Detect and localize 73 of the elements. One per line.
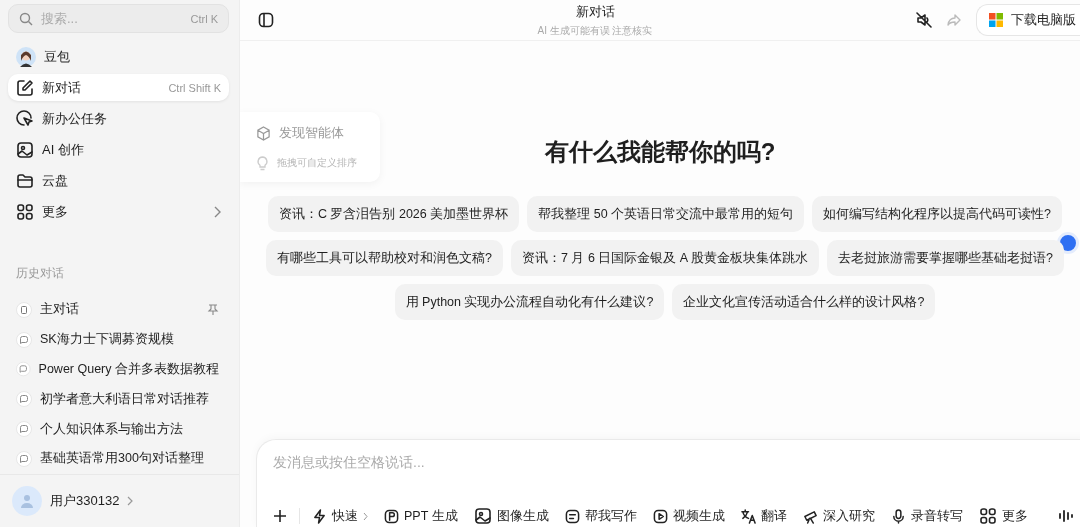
download-button[interactable]: 下载电脑版 <box>976 4 1080 36</box>
voice-wave-icon[interactable] <box>1058 509 1074 523</box>
sidebar-item[interactable]: 新办公任务 <box>8 105 229 133</box>
ppt-icon <box>384 508 399 524</box>
composer-placeholder: 发消息或按住空格说话... <box>273 454 426 472</box>
play-icon <box>652 508 668 524</box>
suggestion-chip[interactable]: 帮我整理 50 个英语日常交流中最常用的短句 <box>527 196 805 232</box>
history-item[interactable]: 初学者意大利语日常对话推荐 <box>0 384 239 415</box>
tool-button[interactable]: 图像生成 <box>473 507 549 525</box>
tool-button[interactable]: 快速 <box>312 507 368 525</box>
image-icon <box>473 507 492 525</box>
grid-icon <box>16 203 34 222</box>
mute-icon[interactable] <box>916 12 932 28</box>
suggestion-chip[interactable]: 企业文化宣传活动适合什么样的设计风格? <box>672 284 936 320</box>
cube-icon <box>256 125 271 141</box>
chat-bubble-icon <box>16 450 32 467</box>
folder-icon <box>16 172 34 191</box>
welcome-heading: 有什么我能帮你的吗? <box>544 137 776 167</box>
chat-bubble-icon <box>16 331 32 348</box>
suggestion-chip[interactable]: 资讯：7 月 6 日国际金银及 A 股黄金板块集体跳水 <box>511 240 819 276</box>
tool-button[interactable]: 深入研究 <box>802 507 875 525</box>
image-icon <box>16 141 34 160</box>
grid-icon <box>978 507 997 525</box>
section-heading: 历史对话 <box>16 265 65 281</box>
lightbulb-icon <box>256 155 269 171</box>
windows-logo-icon <box>989 13 1003 27</box>
user-name: 用户330132 <box>50 491 120 510</box>
tool-button[interactable]: 翻译 <box>740 507 787 525</box>
tool-button[interactable]: PPT 生成 <box>384 507 458 525</box>
chevron-right-icon <box>127 495 134 506</box>
disclaimer-text: AI 生成可能有误 注意核实 <box>537 23 653 38</box>
history-item[interactable]: 个人知识体系与输出方法 <box>0 414 239 444</box>
microphone-icon <box>890 508 906 524</box>
tool-button[interactable]: 帮我写作 <box>564 507 637 525</box>
message-composer[interactable]: 发消息或按住空格说话... 快速 PPT 生成 图像生成 帮我写作 视频生成 翻译 深入研究 录音转写 更多 <box>256 439 1080 527</box>
chat-bubble-icon <box>16 361 31 378</box>
suggestion-chip[interactable]: 资讯：C 罗含泪告别 2026 美加墨世界杯 <box>267 196 520 232</box>
sidebar-item[interactable]: AI 创作 <box>8 136 229 164</box>
history-item[interactable]: 主对话 <box>0 294 239 325</box>
sidebar-toggle-icon[interactable] <box>258 12 274 28</box>
edit-icon <box>16 78 34 97</box>
tool-button[interactable]: 视频生成 <box>652 507 725 525</box>
suggestion-chip[interactable]: 用 Python 实现办公流程自动化有什么建议? <box>394 284 665 320</box>
tool-button[interactable]: 录音转写 <box>890 507 963 525</box>
suggestion-chip[interactable]: 如何编写结构化程序以提高代码可读性? <box>812 196 1063 232</box>
shortcut-hint: Ctrl K <box>190 12 218 25</box>
search-placeholder: 搜索... <box>41 9 79 28</box>
tool-button[interactable]: 更多 <box>978 507 1028 525</box>
chat-title: 新对话 <box>575 2 615 21</box>
history-item[interactable]: Power Query 合并多表数据教程 <box>0 354 239 385</box>
shortcut-hint: Ctrl Shift K <box>168 81 221 94</box>
chat-bubble-icon <box>16 391 32 408</box>
translate-icon <box>740 508 756 524</box>
chat-bubble-icon <box>16 421 32 438</box>
sidebar-item[interactable]: 更多 <box>8 198 229 226</box>
avatar-icon <box>16 46 36 67</box>
document-icon <box>16 301 32 318</box>
sidebar-item[interactable]: 豆包 <box>8 43 229 71</box>
document-icon <box>564 508 580 524</box>
plus-icon[interactable] <box>273 509 287 523</box>
user-profile[interactable]: 用户330132 <box>0 473 239 527</box>
user-avatar-icon <box>12 485 42 516</box>
sidebar-item[interactable]: 新对话 Ctrl Shift K <box>8 74 229 102</box>
sidebar-item[interactable]: 云盘 <box>8 167 229 195</box>
hint-text: 拖拽可自定义排序 <box>277 156 357 170</box>
history-item[interactable]: 基础英语常用300句对话整理 <box>0 444 239 474</box>
suggestion-chip[interactable]: 有哪些工具可以帮助校对和润色文稿? <box>266 240 504 276</box>
lightning-icon <box>312 508 327 524</box>
telescope-icon <box>802 508 818 524</box>
suggestion-chip[interactable]: 去老挝旅游需要掌握哪些基础老挝语? <box>826 240 1064 276</box>
search-icon <box>19 11 33 26</box>
history-item[interactable]: SK海力士下调募资规模 <box>0 324 239 355</box>
cursor-icon <box>16 109 34 128</box>
